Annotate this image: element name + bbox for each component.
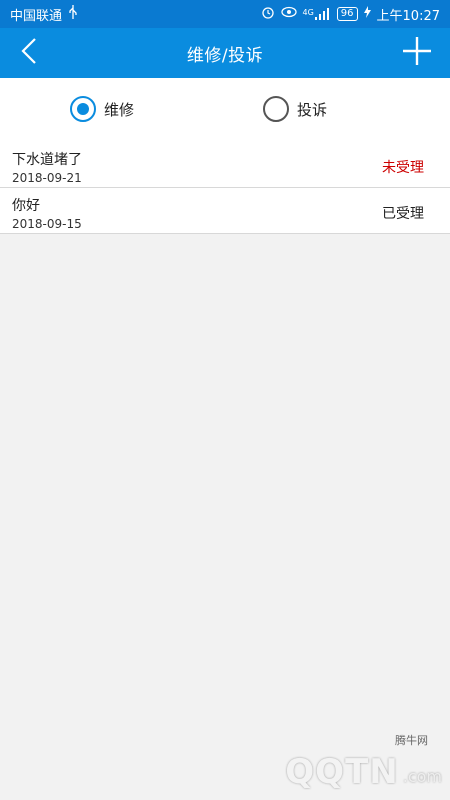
radio-checked-icon	[70, 96, 96, 122]
radio-label: 投诉	[297, 100, 328, 119]
item-title: 下水道堵了	[12, 152, 82, 168]
radio-complaint[interactable]: 投诉	[263, 96, 327, 122]
header-bar: 维修/投诉	[0, 28, 450, 78]
radio-unchecked-icon	[263, 96, 289, 122]
clock-time: 上午10:27	[376, 8, 440, 24]
network-type-label: 4G	[302, 8, 314, 17]
radio-repair[interactable]: 维修	[70, 96, 134, 122]
battery-indicator: 96	[336, 7, 358, 21]
request-list: 下水道堵了 2018-09-21 未受理 你好 2018-09-15 已受理	[0, 142, 450, 234]
status-badge: 已受理	[382, 206, 424, 222]
item-title: 你好	[12, 198, 40, 214]
list-item[interactable]: 你好 2018-09-15 已受理	[0, 188, 450, 234]
watermark: 腾牛网 QQTN .com	[232, 732, 442, 792]
page-title: 维修/投诉	[186, 45, 264, 66]
usb-icon	[68, 5, 78, 23]
radio-label: 维修	[104, 100, 135, 119]
watermark-logo: QQTN	[285, 752, 399, 792]
carrier-label: 中国联通	[10, 8, 63, 24]
alarm-icon	[261, 5, 275, 23]
plus-icon	[402, 36, 432, 70]
status-badge: 未受理	[382, 160, 424, 176]
signal-icon: 4G	[303, 8, 331, 20]
status-bar: 中国联通 4G 96 上午10:27	[0, 0, 450, 28]
item-date: 2018-09-21	[12, 171, 82, 185]
type-filter: 维修 投诉	[0, 78, 450, 142]
add-button[interactable]	[400, 36, 434, 70]
list-item[interactable]: 下水道堵了 2018-09-21 未受理	[0, 142, 450, 188]
back-button[interactable]	[12, 36, 46, 70]
watermark-site: 腾牛网	[395, 734, 428, 747]
charging-icon	[363, 6, 371, 22]
eye-icon	[280, 6, 297, 22]
watermark-suffix: .com	[402, 767, 442, 786]
item-date: 2018-09-15	[12, 217, 82, 231]
back-chevron-icon	[20, 37, 38, 69]
